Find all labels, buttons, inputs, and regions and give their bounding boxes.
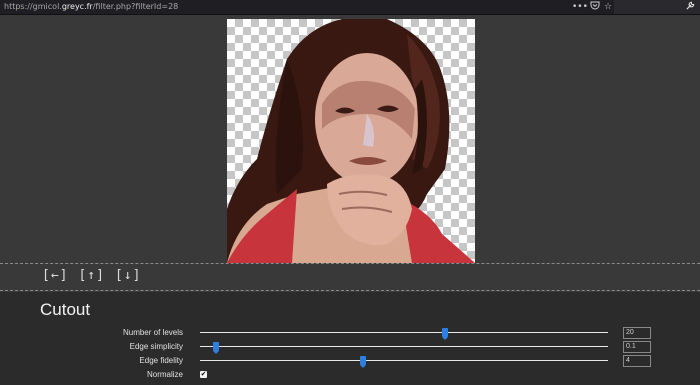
- url-field[interactable]: https://gmicol.greyc.fr/filter.php?filte…: [4, 0, 178, 14]
- panel-separator: [0, 290, 700, 291]
- url-prefix: https://gmicol.: [4, 2, 62, 11]
- param-label: Number of levels: [122, 328, 183, 337]
- toolbar-extension-area: [614, 0, 700, 14]
- simplicity-slider-thumb[interactable]: [213, 342, 220, 354]
- param-normalize: Normalize ✔: [0, 368, 700, 381]
- url-host: greyc.fr: [61, 2, 93, 11]
- nav-back-button[interactable]: [←]: [42, 268, 68, 283]
- preview-area: [0, 15, 700, 263]
- simplicity-value-field[interactable]: 0.1: [623, 341, 651, 353]
- preview-navigation: [←] [↑] [↓]: [42, 268, 141, 283]
- normalize-checkbox[interactable]: ✔: [200, 371, 207, 378]
- cutout-portrait-image: [227, 19, 475, 263]
- param-edge-fidelity: Edge fidelity 4: [0, 354, 700, 368]
- fidelity-slider-thumb[interactable]: [360, 356, 367, 368]
- filter-preview-canvas[interactable]: [227, 19, 475, 263]
- param-label: Edge simplicity: [129, 342, 183, 351]
- fidelity-slider[interactable]: [200, 356, 608, 368]
- param-number-of-levels: Number of levels 20: [0, 326, 700, 340]
- wrench-icon[interactable]: [686, 0, 695, 14]
- param-edge-simplicity: Edge simplicity 0.1: [0, 340, 700, 354]
- bookmark-star-icon[interactable]: ☆: [604, 0, 612, 14]
- levels-slider-thumb[interactable]: [441, 328, 448, 340]
- preview-separator: [0, 263, 700, 264]
- filter-parameters-panel: Cutout Number of levels 20 Edge simplici…: [0, 292, 700, 385]
- nav-up-button[interactable]: [↑]: [78, 268, 104, 283]
- fidelity-value-field[interactable]: 4: [623, 355, 651, 367]
- url-path: /filter.php?filterId=28: [92, 2, 179, 11]
- levels-value-field[interactable]: 20: [623, 327, 651, 339]
- simplicity-slider[interactable]: [200, 342, 608, 354]
- param-label: Normalize: [146, 370, 183, 379]
- param-label: Edge fidelity: [139, 356, 183, 365]
- nav-down-button[interactable]: [↓]: [115, 268, 141, 283]
- more-icon[interactable]: •••: [572, 0, 588, 14]
- levels-slider[interactable]: [200, 328, 608, 340]
- pocket-icon[interactable]: [590, 0, 600, 14]
- browser-toolbar: https://gmicol.greyc.fr/filter.php?filte…: [0, 0, 700, 15]
- filter-title: Cutout: [40, 300, 91, 319]
